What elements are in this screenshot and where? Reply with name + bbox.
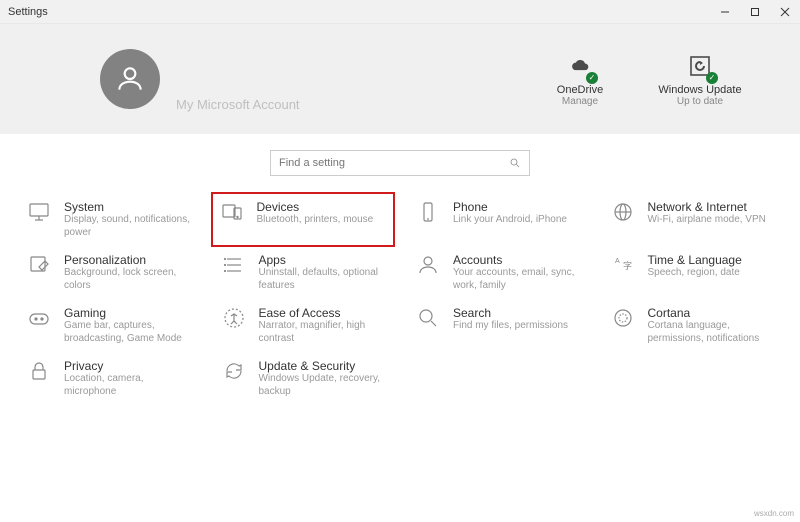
search-box[interactable] xyxy=(270,150,530,176)
tile-title: Accounts xyxy=(453,253,582,267)
tile-time[interactable]: Time & LanguageSpeech, region, date xyxy=(604,251,781,294)
tile-text: DevicesBluetooth, printers, mouse xyxy=(257,200,374,239)
tile-text: SystemDisplay, sound, notifications, pow… xyxy=(64,200,193,239)
tile-sub: Link your Android, iPhone xyxy=(453,214,567,227)
tile-phone[interactable]: PhoneLink your Android, iPhone xyxy=(409,198,586,241)
tile-sub: Background, lock screen, colors xyxy=(64,267,193,292)
update-sub: Up to date xyxy=(677,96,723,107)
account-name: My Microsoft Account xyxy=(176,97,300,112)
tile-ease[interactable]: Ease of AccessNarrator, magnifier, high … xyxy=(215,304,392,347)
onedrive-title: OneDrive xyxy=(557,84,603,96)
tile-sub: Wi-Fi, airplane mode, VPN xyxy=(648,214,766,227)
search-cat-icon xyxy=(413,306,443,336)
gaming-icon xyxy=(24,306,54,336)
tile-sub: Narrator, magnifier, high contrast xyxy=(259,320,388,345)
paint-icon xyxy=(24,253,54,283)
tile-sub: Find my files, permissions xyxy=(453,320,568,333)
tile-cortana[interactable]: CortanaCortana language, permissions, no… xyxy=(604,304,781,347)
time-icon xyxy=(608,253,638,283)
ease-icon xyxy=(219,306,249,336)
person-icon xyxy=(413,253,443,283)
tile-text: PersonalizationBackground, lock screen, … xyxy=(64,253,193,292)
update-title: Windows Update xyxy=(658,84,741,96)
tile-accounts[interactable]: AccountsYour accounts, email, sync, work… xyxy=(409,251,586,294)
globe-icon xyxy=(608,200,638,230)
minimize-button[interactable] xyxy=(710,0,740,24)
apps-icon xyxy=(219,253,249,283)
tile-privacy[interactable]: PrivacyLocation, camera, microphone xyxy=(20,357,197,400)
tile-sub: Bluetooth, printers, mouse xyxy=(257,214,374,227)
tile-title: Privacy xyxy=(64,359,193,373)
tile-text: AccountsYour accounts, email, sync, work… xyxy=(453,253,582,292)
onedrive-status[interactable]: OneDrive Manage xyxy=(520,52,640,107)
onedrive-sub: Manage xyxy=(562,96,598,107)
tile-title: System xyxy=(64,200,193,214)
sync-icon xyxy=(219,359,249,389)
phone-icon xyxy=(413,200,443,230)
check-badge-icon xyxy=(706,72,718,84)
tile-title: Personalization xyxy=(64,253,193,267)
tile-title: Ease of Access xyxy=(259,306,388,320)
user-icon xyxy=(114,63,146,95)
cloud-icon xyxy=(566,52,594,80)
tile-update[interactable]: Update & SecurityWindows Update, recover… xyxy=(215,357,392,400)
account-header: My Microsoft Account OneDrive Manage Win… xyxy=(0,24,800,134)
tile-title: Phone xyxy=(453,200,567,214)
close-button[interactable] xyxy=(770,0,800,24)
tile-search[interactable]: SearchFind my files, permissions xyxy=(409,304,586,347)
tile-system[interactable]: SystemDisplay, sound, notifications, pow… xyxy=(20,198,197,241)
tile-personalization[interactable]: PersonalizationBackground, lock screen, … xyxy=(20,251,197,294)
tile-gaming[interactable]: GamingGame bar, captures, broadcasting, … xyxy=(20,304,197,347)
check-badge-icon xyxy=(586,72,598,84)
tile-title: Gaming xyxy=(64,306,193,320)
search-input[interactable] xyxy=(279,157,499,169)
tile-apps[interactable]: AppsUninstall, defaults, optional featur… xyxy=(215,251,392,294)
tile-network[interactable]: Network & InternetWi-Fi, airplane mode, … xyxy=(604,198,781,241)
window-title: Settings xyxy=(8,6,48,18)
tile-text: SearchFind my files, permissions xyxy=(453,306,568,345)
tile-text: Update & SecurityWindows Update, recover… xyxy=(259,359,388,398)
tile-text: AppsUninstall, defaults, optional featur… xyxy=(259,253,388,292)
monitor-icon xyxy=(24,200,54,230)
tile-sub: Your accounts, email, sync, work, family xyxy=(453,267,582,292)
tile-text: CortanaCortana language, permissions, no… xyxy=(648,306,777,345)
tile-title: Network & Internet xyxy=(648,200,766,214)
update-icon xyxy=(686,52,714,80)
tile-sub: Uninstall, defaults, optional features xyxy=(259,267,388,292)
tile-title: Search xyxy=(453,306,568,320)
tile-text: PrivacyLocation, camera, microphone xyxy=(64,359,193,398)
tile-text: Network & InternetWi-Fi, airplane mode, … xyxy=(648,200,766,239)
tile-devices[interactable]: DevicesBluetooth, printers, mouse xyxy=(211,192,396,247)
avatar[interactable] xyxy=(100,49,160,109)
window-controls xyxy=(710,0,800,24)
titlebar: Settings xyxy=(0,0,800,24)
tile-title: Time & Language xyxy=(648,253,742,267)
tile-text: PhoneLink your Android, iPhone xyxy=(453,200,567,239)
tile-sub: Display, sound, notifications, power xyxy=(64,214,193,239)
tile-text: GamingGame bar, captures, broadcasting, … xyxy=(64,306,193,345)
tile-title: Devices xyxy=(257,200,374,214)
tile-text: Ease of AccessNarrator, magnifier, high … xyxy=(259,306,388,345)
tile-sub: Cortana language, permissions, notificat… xyxy=(648,320,777,345)
search-row xyxy=(0,134,800,188)
tile-text: Time & LanguageSpeech, region, date xyxy=(648,253,742,292)
tile-sub: Windows Update, recovery, backup xyxy=(259,373,388,398)
tile-sub: Game bar, captures, broadcasting, Game M… xyxy=(64,320,193,345)
tile-title: Update & Security xyxy=(259,359,388,373)
cortana-icon xyxy=(608,306,638,336)
lock-icon xyxy=(24,359,54,389)
devices-icon xyxy=(217,200,247,230)
tile-title: Apps xyxy=(259,253,388,267)
search-icon xyxy=(509,157,521,169)
tile-title: Cortana xyxy=(648,306,777,320)
maximize-button[interactable] xyxy=(740,0,770,24)
windows-update-status[interactable]: Windows Update Up to date xyxy=(640,52,760,107)
tile-sub: Speech, region, date xyxy=(648,267,742,280)
settings-grid: SystemDisplay, sound, notifications, pow… xyxy=(0,188,800,410)
tile-sub: Location, camera, microphone xyxy=(64,373,193,398)
watermark: wsxdn.com xyxy=(754,509,794,518)
